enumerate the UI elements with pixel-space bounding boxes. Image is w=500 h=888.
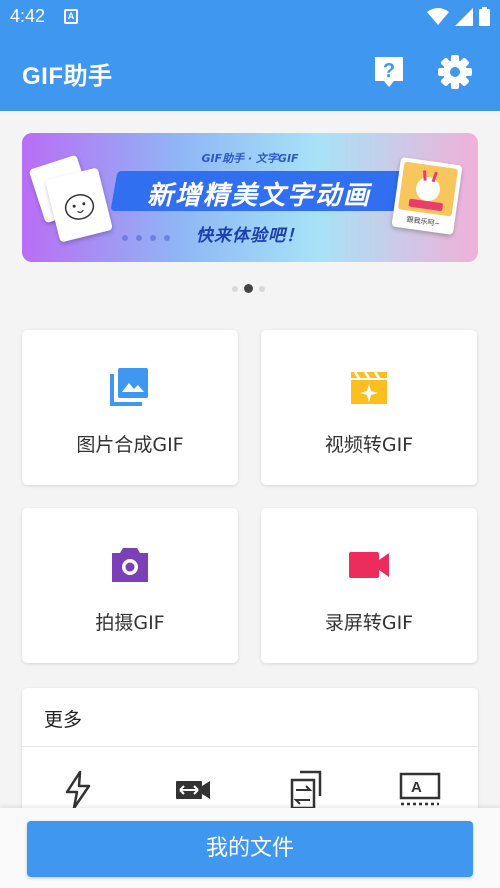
battery-icon xyxy=(479,7,490,26)
camera-icon xyxy=(112,548,148,582)
banner-headline: 新增精美文字动画 xyxy=(146,181,371,211)
text-subtitle-icon[interactable]: A xyxy=(398,768,442,812)
svg-text:?: ? xyxy=(383,60,395,82)
status-time: 4:42 xyxy=(10,6,46,26)
app-title: GIF助手 xyxy=(22,63,113,90)
flash-icon[interactable] xyxy=(56,768,100,812)
more-title: 更多 xyxy=(44,709,83,731)
feature-card-screen-record-gif[interactable]: 录屏转GIF xyxy=(261,508,477,663)
movie-sparkle-icon xyxy=(351,371,387,404)
my-files-button[interactable]: 我的文件 xyxy=(27,821,473,877)
bottom-bar: 我的文件 xyxy=(0,808,500,888)
more-tools-panel: 更多 A xyxy=(22,688,478,828)
image-convert-icon[interactable] xyxy=(284,768,328,812)
rabbit-sticker-icon xyxy=(398,161,458,217)
feature-label: 图片合成GIF xyxy=(76,434,184,456)
feature-label: 拍摄GIF xyxy=(95,612,165,634)
system-icons xyxy=(427,7,490,26)
feature-label: 录屏转GIF xyxy=(324,612,414,634)
pager-dot-2[interactable] xyxy=(244,284,253,293)
status-bar: 4:42 A xyxy=(0,0,500,34)
pager-dot-3[interactable] xyxy=(259,285,265,292)
wifi-icon xyxy=(427,7,449,25)
feature-card-shoot-gif[interactable]: 拍摄GIF xyxy=(22,508,238,663)
svg-text:A: A xyxy=(411,779,422,796)
more-divider xyxy=(22,746,478,747)
app-header: 4:42 A GIF助手 ? xyxy=(0,0,500,111)
feature-card-images-to-gif[interactable]: 图片合成GIF xyxy=(22,330,238,485)
feature-label: 视频转GIF xyxy=(324,434,414,456)
settings-icon[interactable] xyxy=(437,54,473,90)
pager-dot-1[interactable] xyxy=(232,285,238,292)
video-camera-icon xyxy=(349,552,389,578)
signal-icon xyxy=(455,7,473,26)
promo-banner[interactable]: GIF助手 · 文字GIF 新增精美文字动画 快来体验吧！ 跟我乐呵~ xyxy=(22,133,478,262)
help-icon[interactable]: ? xyxy=(372,55,406,89)
banner-page-indicator xyxy=(232,284,265,293)
banner-decoration-dots xyxy=(122,235,170,241)
feature-card-video-to-gif[interactable]: 视频转GIF xyxy=(261,330,477,485)
banner-sticker-right: 跟我乐呵~ xyxy=(391,157,463,235)
video-resize-icon[interactable] xyxy=(170,768,214,812)
image-library-icon xyxy=(110,368,148,406)
notification-icon: A xyxy=(64,9,78,24)
